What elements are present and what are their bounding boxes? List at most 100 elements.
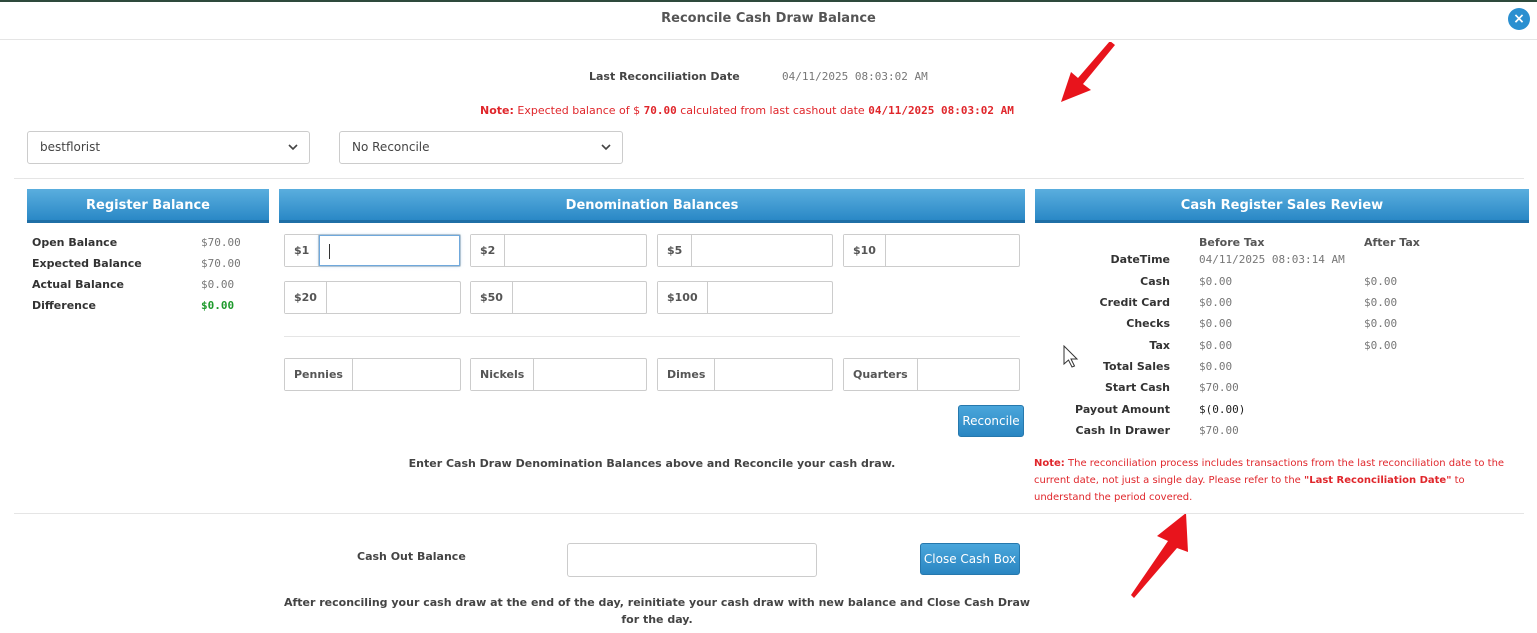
cash-label: Cash	[1140, 275, 1170, 288]
note-text: Expected balance of $	[517, 104, 641, 117]
chevron-down-icon	[288, 144, 298, 151]
store-select-value: bestflorist	[40, 140, 101, 154]
open-balance-label: Open Balance	[32, 236, 118, 249]
credit-card-after-tax: $0.00	[1364, 296, 1398, 309]
denomination-field[interactable]	[513, 282, 646, 313]
tax-before-tax: $0.00	[1199, 339, 1233, 352]
coin-field[interactable]	[534, 359, 646, 390]
denomination-label: $2	[471, 235, 506, 266]
arrow-annotation-top	[1061, 42, 1115, 102]
checks-after-tax: $0.00	[1364, 317, 1398, 330]
tax-label: Tax	[1149, 339, 1170, 352]
denomination-field[interactable]	[692, 235, 832, 266]
start-cash-value: $70.00	[1199, 381, 1239, 394]
expected-balance-note: Note: Expected balance of $ 70.00 calcul…	[480, 104, 1014, 117]
dimes-input[interactable]: Dimes	[657, 358, 833, 391]
datetime-value: 04/11/2025 08:03:14 AM	[1199, 253, 1345, 266]
register-balance-header: Register Balance	[27, 189, 269, 223]
nickels-input[interactable]: Nickels	[470, 358, 647, 391]
denomination-input-50[interactable]: $50	[470, 281, 647, 314]
denomination-field[interactable]	[708, 282, 832, 313]
cash-after-tax: $0.00	[1364, 275, 1398, 288]
denomination-input-20[interactable]: $20	[284, 281, 461, 314]
denomination-input-10[interactable]: $10	[843, 234, 1020, 267]
section-divider-bottom	[14, 513, 1524, 514]
coin-label: Dimes	[658, 359, 716, 390]
coin-field[interactable]	[715, 359, 832, 390]
close-cash-box-button[interactable]: Close Cash Box	[920, 543, 1020, 575]
denomination-field[interactable]	[886, 235, 1019, 266]
text-caret	[329, 244, 331, 259]
coin-label: Quarters	[844, 359, 918, 390]
cash-before-tax: $0.00	[1199, 275, 1233, 288]
open-balance-value: $70.00	[201, 236, 241, 249]
section-divider	[14, 178, 1524, 179]
top-border	[0, 0, 1537, 2]
coin-field[interactable]	[918, 359, 1019, 390]
chevron-down-icon	[601, 144, 611, 151]
denomination-label: $50	[471, 282, 513, 313]
store-select[interactable]: bestflorist	[27, 131, 310, 164]
actual-balance-value: $0.00	[201, 278, 235, 291]
denomination-input-5[interactable]: $5	[657, 234, 833, 267]
note-date: 04/11/2025 08:03:02 AM	[868, 104, 1014, 117]
reconcile-select-value: No Reconcile	[352, 140, 430, 154]
denomination-input-2[interactable]: $2	[470, 234, 647, 267]
denomination-instruction: Enter Cash Draw Denomination Balances ab…	[408, 457, 896, 470]
last-reconciliation-value: 04/11/2025 08:03:02 AM	[782, 70, 928, 83]
actual-balance-label: Actual Balance	[32, 278, 124, 291]
cash-in-drawer-value: $70.00	[1199, 424, 1239, 437]
sales-review-table: DateTime 04/11/2025 08:03:14 AM Cash $0.…	[1010, 253, 1510, 443]
cash-out-balance-input[interactable]	[567, 543, 817, 577]
denomination-divider	[284, 336, 1020, 337]
pennies-input[interactable]: Pennies	[284, 358, 461, 391]
note-text-2: calculated from last cashout date	[680, 104, 865, 117]
arrow-annotation-bottom	[1131, 513, 1188, 598]
expected-balance-label: Expected Balance	[32, 257, 142, 270]
quarters-input[interactable]: Quarters	[843, 358, 1020, 391]
difference-value: $0.00	[201, 299, 235, 312]
datetime-label: DateTime	[1110, 253, 1170, 266]
denomination-balances-header: Denomination Balances	[279, 189, 1025, 223]
after-tax-header: After Tax	[1364, 236, 1420, 249]
before-tax-header: Before Tax	[1199, 236, 1265, 249]
denomination-label: $100	[658, 282, 708, 313]
sales-review-header: Cash Register Sales Review	[1035, 189, 1529, 223]
header-divider	[0, 39, 1537, 40]
total-sales-label: Total Sales	[1102, 360, 1170, 373]
checks-before-tax: $0.00	[1199, 317, 1233, 330]
denomination-field[interactable]	[327, 282, 460, 313]
payout-amount-value: $(0.00)	[1199, 403, 1246, 416]
close-icon[interactable]: ×	[1508, 8, 1530, 30]
denomination-field[interactable]	[319, 235, 460, 266]
checks-label: Checks	[1126, 317, 1170, 330]
denomination-input-1[interactable]: $1	[284, 234, 461, 267]
credit-card-label: Credit Card	[1099, 296, 1171, 309]
note-prefix: Note:	[480, 104, 514, 117]
tax-after-tax: $0.00	[1364, 339, 1398, 352]
total-sales-value: $0.00	[1199, 360, 1233, 373]
modal-title: Reconcile Cash Draw Balance	[661, 11, 876, 26]
coin-label: Nickels	[471, 359, 535, 390]
difference-label: Difference	[32, 299, 96, 312]
reconcile-select[interactable]: No Reconcile	[339, 131, 623, 164]
denomination-label: $20	[285, 282, 327, 313]
coin-label: Pennies	[285, 359, 353, 390]
note-emphasis: "Last Reconciliation Date"	[1304, 475, 1452, 486]
reconciliation-period-note: Note: The reconciliation process include…	[1034, 455, 1514, 506]
denomination-label: $5	[658, 235, 693, 266]
start-cash-label: Start Cash	[1105, 381, 1170, 394]
denomination-input-100[interactable]: $100	[657, 281, 833, 314]
cash-out-instruction: After reconciling your cash draw at the …	[283, 596, 1031, 626]
credit-card-before-tax: $0.00	[1199, 296, 1233, 309]
denomination-label: $10	[844, 235, 886, 266]
cash-out-balance-label: Cash Out Balance	[357, 550, 466, 563]
payout-amount-label: Payout Amount	[1075, 403, 1170, 416]
last-reconciliation-label: Last Reconciliation Date	[589, 70, 740, 83]
mouse-cursor-icon	[1063, 345, 1079, 368]
denomination-label: $1	[285, 235, 320, 266]
note-amount: 70.00	[643, 104, 677, 117]
expected-balance-value: $70.00	[201, 257, 241, 270]
coin-field[interactable]	[353, 359, 460, 390]
denomination-field[interactable]	[505, 235, 646, 266]
